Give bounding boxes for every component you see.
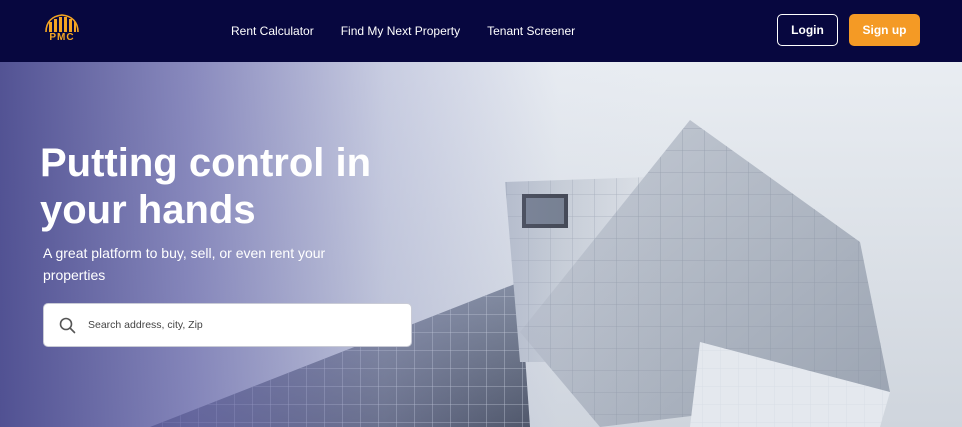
top-navbar: PMC Rent Calculator Find My Next Propert… (0, 0, 962, 62)
signup-button[interactable]: Sign up (849, 14, 920, 46)
login-button[interactable]: Login (777, 14, 838, 46)
nav-link-rent-calculator[interactable]: Rent Calculator (231, 24, 314, 38)
search-bar[interactable] (43, 303, 412, 347)
hero-title: Putting control in your hands (40, 141, 372, 232)
hero-section: Putting control in your hands A great pl… (0, 62, 962, 427)
nav-link-find-my-next-property[interactable]: Find My Next Property (341, 24, 460, 38)
logo-text: PMC (49, 32, 75, 43)
nav-links: Rent Calculator Find My Next Property Te… (231, 0, 602, 62)
search-input[interactable] (88, 304, 403, 346)
search-icon (59, 317, 76, 334)
nav-link-tenant-screener[interactable]: Tenant Screener (487, 24, 575, 38)
hero-subtitle: A great platform to buy, sell, or even r… (43, 245, 326, 283)
logo-building-icon (45, 14, 79, 33)
pmc-logo[interactable]: PMC (40, 12, 84, 46)
